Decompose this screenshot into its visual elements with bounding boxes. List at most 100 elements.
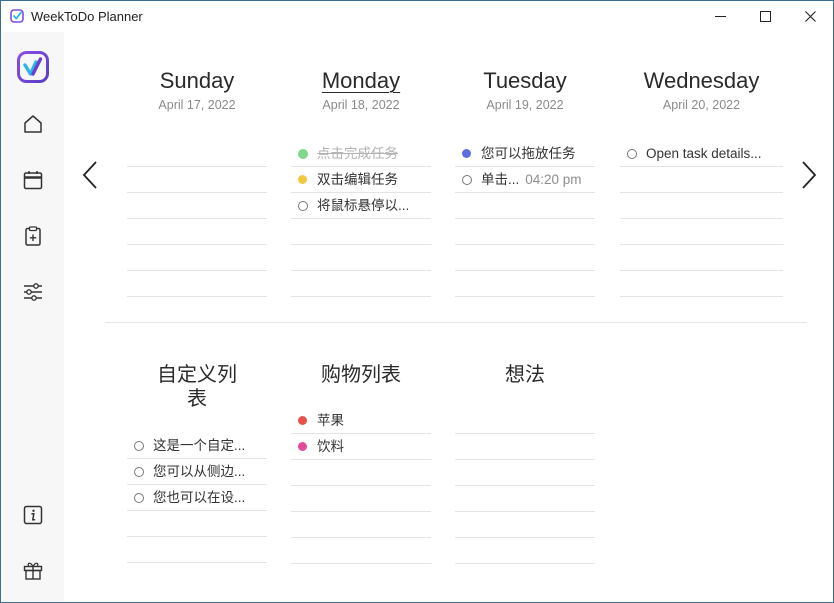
app-window: WeekToDo Planner Sunday April 17, 2022 M… [0, 0, 834, 603]
empty-task-slot[interactable] [127, 245, 267, 271]
chevron-left-icon [82, 161, 97, 189]
empty-task-slot[interactable] [620, 271, 783, 297]
sidebar-calendar-button[interactable] [21, 168, 45, 192]
empty-task-slot[interactable] [455, 408, 595, 434]
empty-task-slot[interactable] [455, 434, 595, 460]
empty-task-slot[interactable] [620, 193, 783, 219]
empty-task-slot[interactable] [291, 512, 431, 538]
empty-task-slot[interactable] [127, 219, 267, 245]
empty-task-slot[interactable] [127, 271, 267, 297]
previous-days-button[interactable] [78, 155, 102, 195]
section-divider [105, 322, 807, 323]
clipboard-add-icon [25, 226, 41, 246]
sidebar-home-button[interactable] [21, 112, 45, 136]
empty-task-slot[interactable] [455, 193, 595, 219]
task-item[interactable]: 点击完成任务 [291, 141, 431, 167]
empty-task-slot[interactable] [455, 245, 595, 271]
close-icon [805, 10, 816, 22]
task-title: 单击... [481, 172, 520, 187]
task-item[interactable]: 双击编辑任务 [291, 167, 431, 193]
empty-task-slot[interactable] [620, 219, 783, 245]
day-column-sunday: Sunday April 17, 2022 [127, 67, 267, 297]
task-item[interactable]: 单击... 04:20 pm [455, 167, 595, 193]
empty-task-slot[interactable] [291, 271, 431, 297]
empty-task-slot[interactable] [127, 193, 267, 219]
empty-task-slot[interactable] [127, 167, 267, 193]
day-date: April 17, 2022 [158, 98, 236, 112]
minimize-button[interactable] [698, 1, 743, 31]
task-list: 这是一个自定... 您可以从侧边... 您也可以在设... [127, 433, 267, 563]
task-item[interactable]: 苹果 [291, 408, 431, 434]
sidebar-custom-lists-button[interactable] [21, 224, 45, 248]
empty-task-slot[interactable] [455, 512, 595, 538]
task-text: Open task details... [646, 146, 762, 161]
empty-task-slot[interactable] [455, 219, 595, 245]
day-date: April 18, 2022 [322, 98, 400, 112]
task-item[interactable]: 将鼠标悬停以... [291, 193, 431, 219]
shopping-list-column: 购物列表 苹果 饮料 [291, 363, 431, 564]
task-item[interactable]: 饮料 [291, 434, 431, 460]
task-checkbox[interactable] [134, 441, 144, 451]
empty-task-slot[interactable] [620, 245, 783, 271]
sidebar [1, 32, 64, 602]
chevron-right-icon [802, 161, 817, 189]
sidebar-settings-button[interactable] [21, 280, 45, 304]
sidebar-info-button[interactable] [21, 503, 45, 527]
minimize-icon [715, 15, 726, 17]
list-title[interactable]: 购物列表 [291, 363, 431, 387]
task-checkbox[interactable] [462, 175, 472, 185]
empty-task-slot[interactable] [291, 538, 431, 564]
task-item[interactable]: 您可以从侧边... [127, 459, 267, 485]
empty-task-slot[interactable] [455, 538, 595, 564]
task-text: 将鼠标悬停以... [317, 198, 410, 213]
empty-task-slot[interactable] [455, 460, 595, 486]
info-icon [23, 505, 43, 525]
task-time: 04:20 pm [525, 172, 582, 187]
task-checkbox[interactable] [134, 493, 144, 503]
day-title: Wednesday [643, 68, 760, 93]
empty-task-slot[interactable] [455, 486, 595, 512]
task-list: 苹果 饮料 [291, 408, 431, 564]
task-list [127, 141, 267, 297]
day-title: Sunday [159, 68, 235, 93]
day-column-monday: Monday April 18, 2022 点击完成任务 双击编辑任务 将鼠标悬… [291, 67, 431, 297]
sliders-icon [24, 283, 42, 301]
empty-task-slot[interactable] [291, 486, 431, 512]
sidebar-logo[interactable] [16, 50, 50, 84]
task-text: 这是一个自定... [153, 438, 246, 453]
day-date: April 20, 2022 [662, 98, 741, 112]
sidebar-gift-button[interactable] [21, 558, 45, 582]
day-column-tuesday: Tuesday April 19, 2022 您可以拖放任务 单击... 04:2… [455, 67, 595, 297]
maximize-icon [760, 10, 771, 22]
maximize-button[interactable] [743, 1, 788, 31]
list-title[interactable]: 想法 [455, 363, 595, 387]
task-item[interactable]: 这是一个自定... [127, 433, 267, 459]
close-button[interactable] [788, 1, 833, 31]
task-item[interactable]: Open task details... [620, 141, 783, 167]
empty-task-slot[interactable] [291, 460, 431, 486]
task-checkbox[interactable] [627, 149, 637, 159]
empty-task-slot[interactable] [455, 271, 595, 297]
task-item[interactable]: 您也可以在设... [127, 485, 267, 511]
list-title[interactable]: 自定义列表 [127, 363, 267, 411]
task-color-dot [298, 175, 307, 184]
task-list [455, 408, 595, 564]
gift-icon [23, 562, 43, 580]
task-text: 苹果 [317, 413, 344, 428]
task-item[interactable]: 您可以拖放任务 [455, 141, 595, 167]
app-logo-icon [17, 51, 49, 83]
empty-task-slot[interactable] [620, 167, 783, 193]
day-date: April 19, 2022 [486, 98, 564, 112]
empty-task-slot[interactable] [127, 141, 267, 167]
task-checkbox[interactable] [298, 201, 308, 211]
empty-task-slot[interactable] [127, 537, 267, 563]
task-checkbox[interactable] [134, 467, 144, 477]
next-days-button[interactable] [797, 155, 821, 195]
task-color-dot [298, 442, 307, 451]
task-text: 您可以从侧边... [153, 464, 246, 479]
empty-task-slot[interactable] [127, 511, 267, 537]
task-color-dot [298, 149, 308, 159]
empty-task-slot[interactable] [291, 245, 431, 271]
empty-task-slot[interactable] [291, 219, 431, 245]
task-text: 单击... 04:20 pm [481, 171, 582, 189]
